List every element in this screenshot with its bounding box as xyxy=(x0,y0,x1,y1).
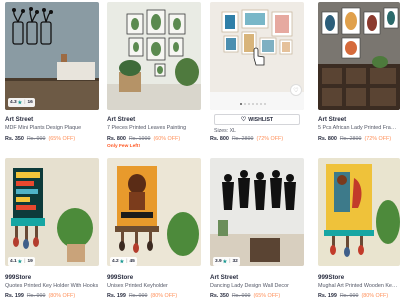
price-mrp: Rs. 999 xyxy=(339,293,359,299)
price-discount: (65% OFF) xyxy=(48,136,76,142)
product-card[interactable]: 4.2 ★ | 45 999Store Unisex Printed Keyho… xyxy=(107,158,201,300)
price-current: Rs. 350 xyxy=(210,293,229,299)
product-name[interactable]: Mughal Art Printed Wooden Keyholder xyxy=(318,283,400,289)
heart-icon: ♡ xyxy=(240,117,247,123)
product-brand[interactable]: Art Street xyxy=(5,116,33,123)
product-brand[interactable]: Art Street xyxy=(318,116,346,123)
price-mrp: Rs. 999 xyxy=(231,293,251,299)
product-grid: 4.3 ★ | 16 Art Street MDF Mini Plants De… xyxy=(0,0,400,300)
image-carousel-dots[interactable] xyxy=(240,103,266,105)
rating-value: 4.2 xyxy=(112,259,119,264)
price-mrp: Rs. 999 xyxy=(128,293,148,299)
star-icon: ★ xyxy=(17,258,23,265)
product-price: Rs. 199 Rs. 999 (80% OFF) xyxy=(318,293,388,299)
product-card-hovered[interactable]: ♡ ♡ WISHLIST Sizes: XL Rs. 800 Rs. 2899 (7… xyxy=(210,2,304,152)
rating-count: 16 xyxy=(27,100,33,105)
price-current: Rs. 350 xyxy=(5,136,24,142)
product-price: Rs. 350 Rs. 999 (65% OFF) xyxy=(210,293,280,299)
product-name[interactable]: 7 Pieces Printed Leaves Painting xyxy=(107,125,201,131)
product-image[interactable] xyxy=(210,2,304,110)
product-brand[interactable]: 999Store xyxy=(318,274,344,281)
rating-value: 3.9 xyxy=(215,259,222,264)
product-name[interactable]: MDF Mini Plants Design Plaque xyxy=(5,125,99,131)
rating-badge: 4.2 ★ | 45 xyxy=(110,257,137,266)
product-price: Rs. 350 Rs. 999 (65% OFF) xyxy=(5,136,75,142)
product-name[interactable]: Dancing Lady Design Wall Decor xyxy=(210,283,304,289)
price-mrp: Rs. 2899 xyxy=(231,136,254,142)
price-current: Rs. 800 xyxy=(210,136,229,142)
price-discount: (80% OFF) xyxy=(150,293,178,299)
star-icon: ★ xyxy=(119,258,125,265)
product-card[interactable]: 999Store Mughal Art Printed Wooden Keyho… xyxy=(318,158,400,300)
product-price: Rs. 800 Rs. 1999 (60% OFF) xyxy=(107,136,180,142)
product-price: Rs. 800 Rs. 2899 (72% OFF) xyxy=(318,136,391,142)
product-image[interactable] xyxy=(210,158,304,266)
price-discount: (60% OFF) xyxy=(153,136,181,142)
product-brand[interactable]: Art Street xyxy=(210,274,238,281)
price-discount: (80% OFF) xyxy=(48,293,76,299)
product-image[interactable] xyxy=(107,158,201,266)
product-card[interactable]: 3.9 ★ | 32 Art Street Dancing Lady Desig… xyxy=(210,158,304,300)
product-brand[interactable]: Art Street xyxy=(107,116,135,123)
product-image[interactable] xyxy=(318,2,400,110)
price-mrp: Rs. 2899 xyxy=(339,136,362,142)
rating-badge: 4.3 ★ | 16 xyxy=(8,98,35,107)
price-mrp: Rs. 999 xyxy=(26,293,46,299)
product-name[interactable]: Quotes Printed Key Holder With Hooks xyxy=(5,283,99,289)
rating-badge: 3.9 ★ | 32 xyxy=(213,257,240,266)
product-price: Rs. 800 Rs. 2899 (72% OFF) xyxy=(210,136,283,142)
price-current: Rs. 800 xyxy=(107,136,126,142)
product-brand[interactable]: 999Store xyxy=(107,274,133,281)
stock-note: Only Few Left! xyxy=(107,144,141,149)
price-discount: (65% OFF) xyxy=(253,293,281,299)
product-card[interactable]: Art Street 7 Pieces Printed Leaves Paint… xyxy=(107,2,201,152)
price-discount: (72% OFF) xyxy=(256,136,284,142)
product-card[interactable]: 4.3 ★ | 16 Art Street MDF Mini Plants De… xyxy=(5,2,99,152)
product-image[interactable] xyxy=(107,2,201,110)
price-current: Rs. 199 xyxy=(107,293,126,299)
price-discount: (80% OFF) xyxy=(361,293,389,299)
product-name[interactable]: Unisex Printed Keyholder xyxy=(107,283,201,289)
product-brand[interactable]: 999Store xyxy=(5,274,31,281)
price-current: Rs. 199 xyxy=(5,293,24,299)
rating-value: 4.1 xyxy=(10,259,17,264)
product-image[interactable] xyxy=(5,2,99,110)
product-price: Rs. 199 Rs. 999 (80% OFF) xyxy=(107,293,177,299)
star-icon: ★ xyxy=(17,99,23,106)
product-card[interactable]: 4.1 ★ | 19 999Store Quotes Printed Key H… xyxy=(5,158,99,300)
price-discount: (72% OFF) xyxy=(364,136,392,142)
product-price: Rs. 199 Rs. 999 (80% OFF) xyxy=(5,293,75,299)
rating-badge: 4.1 ★ | 19 xyxy=(8,257,35,266)
wishlist-button[interactable]: ♡ WISHLIST xyxy=(214,114,300,125)
star-icon: ★ xyxy=(222,258,228,265)
price-mrp: Rs. 999 xyxy=(26,136,46,142)
product-image[interactable] xyxy=(5,158,99,266)
product-image[interactable] xyxy=(318,158,400,266)
rating-count: 32 xyxy=(232,259,238,264)
rating-value: 4.3 xyxy=(10,100,17,105)
product-card[interactable]: Art Street 5 Pcs African Lady Printed Fr… xyxy=(318,2,400,152)
rating-count: 19 xyxy=(27,259,33,264)
price-current: Rs. 199 xyxy=(318,293,337,299)
rating-count: 45 xyxy=(129,259,135,264)
price-mrp: Rs. 1999 xyxy=(128,136,151,142)
product-name[interactable]: 5 Pcs African Lady Printed Frames xyxy=(318,125,400,131)
wishlist-heart-icon[interactable]: ♡ xyxy=(290,84,302,96)
price-current: Rs. 800 xyxy=(318,136,337,142)
wishlist-label: WISHLIST xyxy=(248,116,274,123)
product-sizes: Sizes: XL xyxy=(214,128,236,134)
